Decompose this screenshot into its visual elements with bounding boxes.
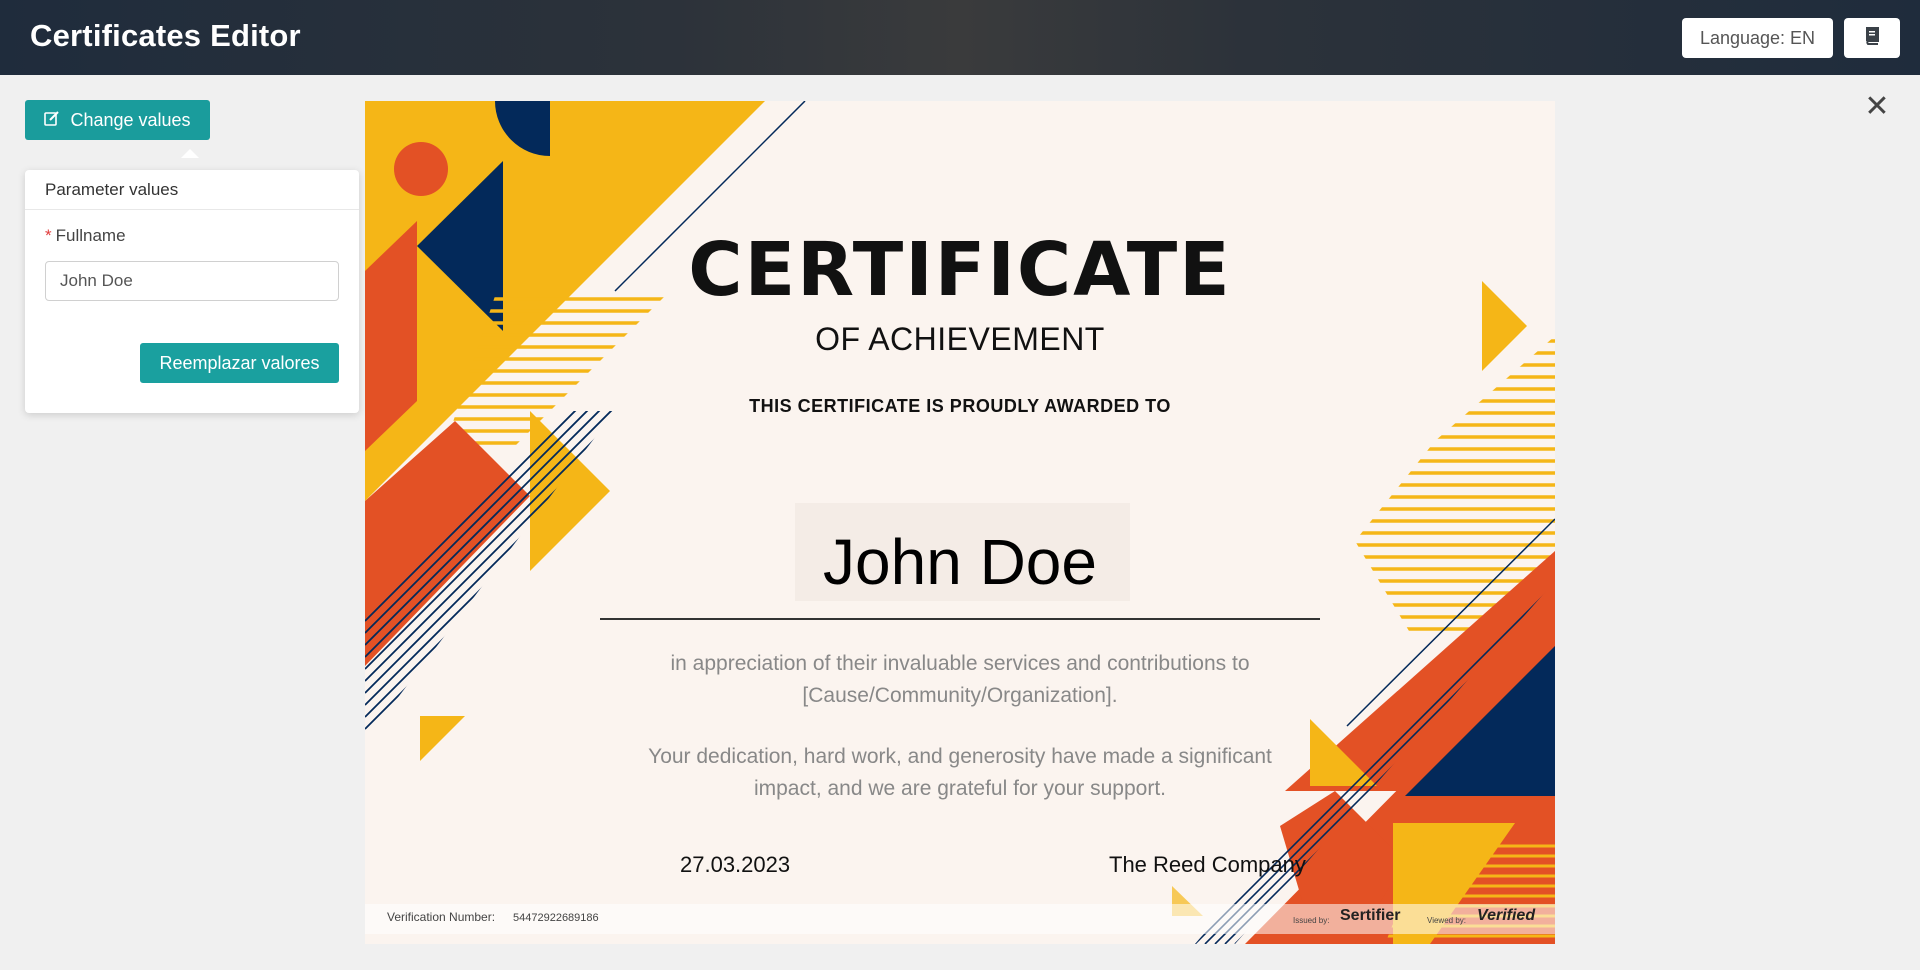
replace-values-button[interactable]: Reemplazar valores <box>140 343 339 383</box>
sertifier-logo: Sertifier <box>1340 907 1401 924</box>
name-underline <box>600 618 1320 620</box>
verification-number: 54472922689186 <box>513 912 599 924</box>
manual-button[interactable] <box>1844 18 1900 58</box>
issued-by-label: Issued by: <box>1293 916 1330 925</box>
change-values-button[interactable]: Change values <box>25 100 210 140</box>
fullname-input[interactable] <box>45 261 339 301</box>
edit-icon <box>44 110 60 131</box>
parameter-popover: Parameter values *Fullname Reemplazar va… <box>25 170 359 413</box>
fullname-label: * Fullname <box>45 226 126 246</box>
awarded-to-text: THIS CERTIFICATE IS PROUDLY AWARDED TO <box>749 396 1171 416</box>
certificate-title: CERTIFICATE <box>688 227 1232 313</box>
top-bar: Certificates Editor Language: EN <box>0 0 1920 75</box>
certificate-date: 27.03.2023 <box>680 852 791 877</box>
certificate-preview: CERTIFICATE OF ACHIEVEMENT THIS CERTIFIC… <box>365 101 1555 944</box>
recipient-name: John Doe <box>823 526 1097 598</box>
viewed-by-label: Viewed by: <box>1427 916 1466 925</box>
change-values-label: Change values <box>70 109 191 130</box>
fullname-label-text: Fullname <box>55 226 126 245</box>
book-icon <box>1864 26 1880 50</box>
appreciation-paragraph: in appreciation of their invaluable serv… <box>670 652 1250 707</box>
app-title: Certificates Editor <box>30 18 301 53</box>
issuing-company: The Reed Company <box>1109 852 1306 877</box>
verified-logo: Verified <box>1477 907 1536 924</box>
popover-title: Parameter values <box>25 170 359 210</box>
popover-arrow <box>181 149 199 158</box>
required-marker: * <box>45 226 52 245</box>
dedication-paragraph: Your dedication, hard work, and generosi… <box>648 745 1272 800</box>
close-icon[interactable]: ✕ <box>1864 92 1890 122</box>
language-button[interactable]: Language: EN <box>1682 18 1833 58</box>
verification-label: Verification Number: <box>387 910 496 924</box>
certificate-subtitle: OF ACHIEVEMENT <box>815 321 1105 357</box>
